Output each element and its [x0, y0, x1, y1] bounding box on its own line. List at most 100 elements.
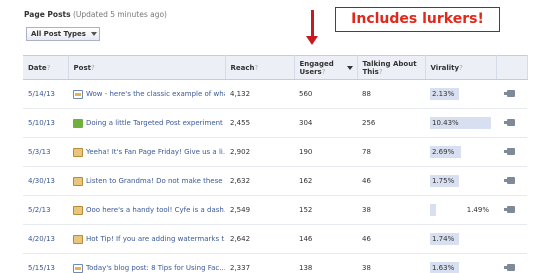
post-link[interactable]: Doing a little Targeted Post experiment …	[86, 119, 225, 127]
megaphone-icon[interactable]	[504, 263, 515, 271]
help-icon[interactable]: ?	[255, 64, 259, 72]
help-icon[interactable]: ?	[459, 64, 463, 72]
column-reach[interactable]: Reach?	[225, 55, 295, 80]
post-date[interactable]: 4/30/13	[23, 166, 68, 196]
callout-annotation: Includes lurkers!	[335, 7, 500, 32]
post-cell[interactable]: Wow - here's the classic example of wha.…	[68, 79, 225, 109]
virality-bar	[430, 204, 437, 216]
post-date[interactable]: 5/14/13	[23, 79, 68, 109]
post-date[interactable]: 4/20/13	[23, 224, 68, 254]
reach-value: 2,902	[225, 137, 294, 167]
reach-value: 4,132	[225, 79, 294, 109]
table-row[interactable]: 4/30/13 Listen to Grandma! Do not make th…	[23, 166, 527, 196]
post-link[interactable]: Today's blog post: 8 Tips for Using Fac.…	[86, 264, 225, 272]
post-cell[interactable]: Today's blog post: 8 Tips for Using Fac.…	[68, 253, 225, 273]
table-header-row: Date? Post? Reach? Engaged Users? Talkin…	[23, 55, 528, 80]
sort-desc-icon	[346, 66, 353, 70]
column-date[interactable]: Date?	[23, 55, 69, 80]
promote-cell	[496, 137, 527, 167]
talking-about-value: 256	[357, 108, 425, 138]
engaged-users-value: 152	[294, 195, 357, 225]
reach-value: 2,642	[225, 224, 294, 254]
post-date[interactable]: 5/15/13	[23, 253, 68, 273]
talking-about-value: 78	[357, 137, 425, 167]
promote-cell	[496, 79, 527, 109]
table-row[interactable]: 5/10/13 Doing a little Targeted Post expe…	[23, 108, 527, 138]
engaged-users-value: 162	[294, 166, 357, 196]
post-date[interactable]: 5/2/13	[23, 195, 68, 225]
virality-value: 10.43%	[432, 119, 459, 127]
engaged-users-value: 560	[294, 79, 357, 109]
engaged-users-value: 304	[294, 108, 357, 138]
help-icon[interactable]: ?	[322, 68, 326, 76]
table-row[interactable]: 4/20/13 Hot Tip! If you are adding waterm…	[23, 224, 527, 254]
post-link[interactable]: Yeeha! It's Fan Page Friday! Give us a l…	[86, 148, 225, 156]
megaphone-icon[interactable]	[504, 176, 515, 184]
reach-value: 2,455	[225, 108, 294, 138]
updated-note: (Updated 5 minutes ago)	[72, 10, 167, 19]
virality-cell: 2.69%	[425, 137, 496, 167]
post-cell[interactable]: Listen to Grandma! Do not make these s..…	[68, 166, 225, 196]
post-link[interactable]: Listen to Grandma! Do not make these s..…	[86, 177, 225, 185]
photo-post-icon	[73, 147, 83, 157]
column-virality[interactable]: Virality?	[425, 55, 497, 80]
virality-value: 2.13%	[432, 90, 455, 98]
megaphone-icon[interactable]	[504, 147, 515, 155]
post-cell[interactable]: Yeeha! It's Fan Page Friday! Give us a l…	[68, 137, 225, 167]
table-row[interactable]: 5/15/13 Today's blog post: 8 Tips for Usi…	[23, 253, 527, 273]
reach-value: 2,337	[225, 253, 294, 273]
post-link[interactable]: Ooo here's a handy tool! Cyfe is a dash.…	[86, 206, 225, 214]
table-row[interactable]: 5/2/13 Ooo here's a handy tool! Cyfe is a…	[23, 195, 527, 225]
talking-about-value: 38	[357, 195, 425, 225]
engaged-users-value: 138	[294, 253, 357, 273]
talking-about-value: 38	[357, 253, 425, 273]
engaged-users-value: 146	[294, 224, 357, 254]
talking-about-value: 46	[357, 224, 425, 254]
post-link[interactable]: Hot Tip! If you are adding watermarks t.…	[86, 235, 225, 243]
talking-about-value: 46	[357, 166, 425, 196]
virality-cell: 1.63%	[425, 253, 496, 273]
post-link[interactable]: Wow - here's the classic example of wha.…	[86, 90, 225, 98]
megaphone-icon[interactable]	[504, 89, 515, 97]
posts-table: Date? Post? Reach? Engaged Users? Talkin…	[23, 55, 528, 273]
virality-cell: 1.75%	[425, 166, 496, 196]
megaphone-icon[interactable]	[504, 118, 515, 126]
engaged-users-value: 190	[294, 137, 357, 167]
virality-value: 1.74%	[432, 235, 455, 243]
promote-cell	[496, 166, 527, 196]
column-engaged-users[interactable]: Engaged Users?	[294, 55, 358, 80]
virality-value: 2.69%	[432, 148, 455, 156]
promote-cell	[496, 253, 527, 273]
help-icon[interactable]: ?	[379, 68, 383, 76]
page-posts-title: Page Posts	[24, 10, 71, 19]
photo-post-icon	[73, 176, 83, 186]
post-cell[interactable]: Doing a little Targeted Post experiment …	[68, 108, 225, 138]
help-icon[interactable]: ?	[91, 64, 95, 72]
page-posts-header: Page Posts (Updated 5 minutes ago)	[24, 10, 167, 19]
post-date[interactable]: 5/10/13	[23, 108, 68, 138]
virality-cell: 10.43%	[425, 108, 496, 138]
post-cell[interactable]: Ooo here's a handy tool! Cyfe is a dash.…	[68, 195, 225, 225]
reach-value: 2,632	[225, 166, 294, 196]
virality-value: 1.63%	[432, 264, 455, 272]
chevron-down-icon	[90, 32, 97, 36]
virality-value: 1.49%	[466, 206, 489, 214]
column-promote	[496, 55, 528, 80]
post-cell[interactable]: Hot Tip! If you are adding watermarks t.…	[68, 224, 225, 254]
promote-cell	[496, 108, 527, 138]
promote-cell	[496, 195, 527, 225]
post-type-filter[interactable]: All Post Types	[26, 27, 100, 41]
column-post[interactable]: Post?	[68, 55, 226, 80]
virality-cell: 1.49%	[425, 195, 496, 225]
help-icon[interactable]: ?	[47, 64, 51, 72]
megaphone-icon[interactable]	[504, 205, 515, 213]
table-row[interactable]: 5/14/13 Wow - here's the classic example …	[23, 79, 527, 109]
talking-about-value: 88	[357, 79, 425, 109]
link-post-icon	[73, 89, 83, 99]
status-post-icon	[73, 118, 83, 128]
post-date[interactable]: 5/3/13	[23, 137, 68, 167]
reach-value: 2,549	[225, 195, 294, 225]
table-row[interactable]: 5/3/13 Yeeha! It's Fan Page Friday! Give …	[23, 137, 527, 167]
arrow-head	[306, 36, 318, 45]
column-talking-about-this[interactable]: Talking About This?	[357, 55, 426, 80]
